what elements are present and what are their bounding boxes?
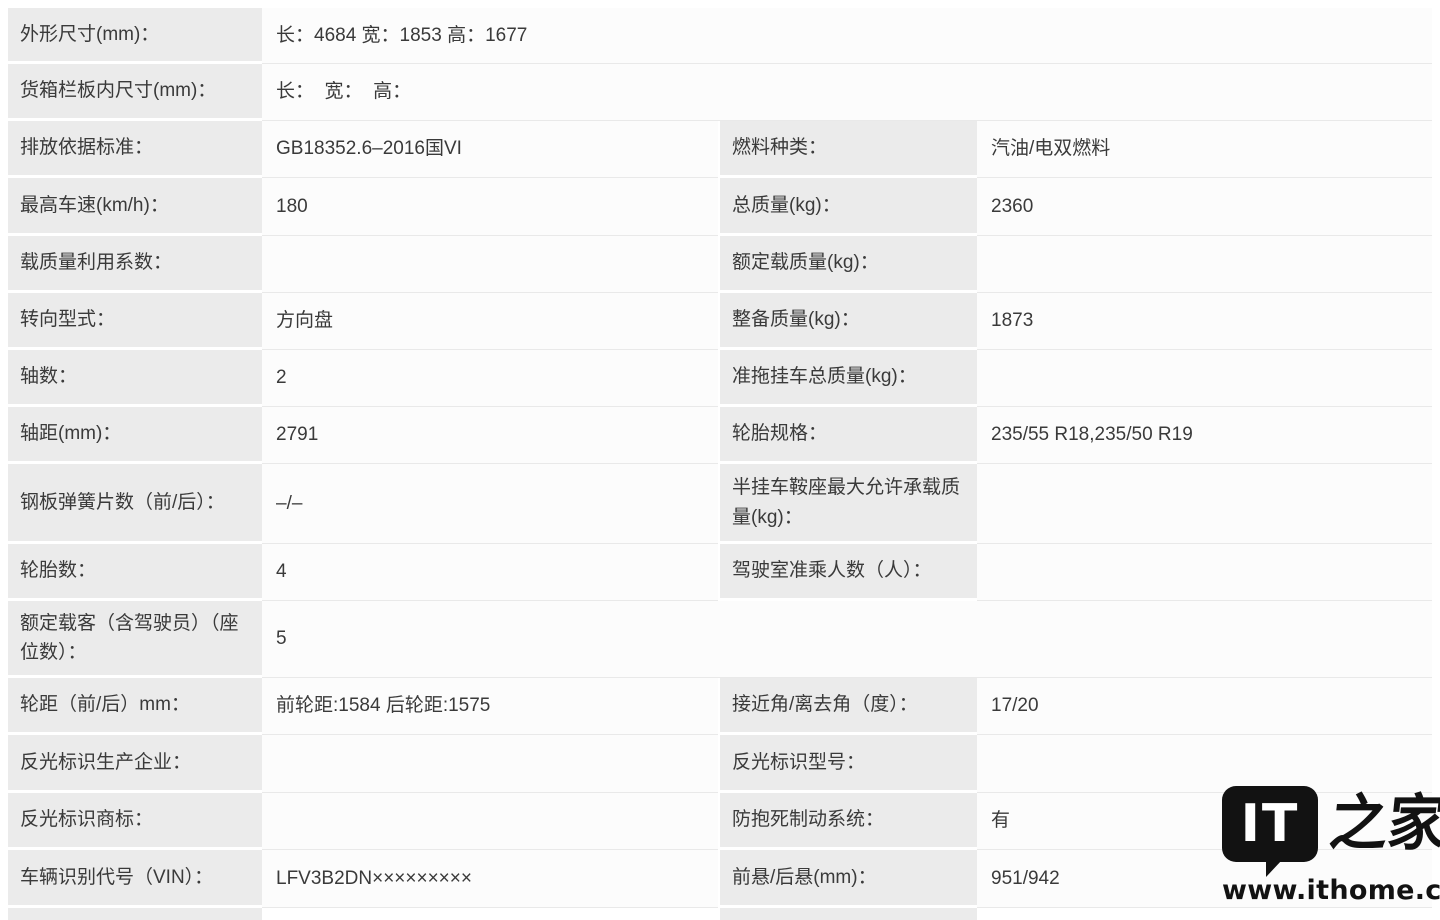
row-value: –/– <box>262 464 718 544</box>
table-row: 轴距(mm)： 2791 轮胎规格： 235/55 R18,235/50 R19 <box>8 407 1432 464</box>
table-row: 额定载客（含驾驶员）（座位数）： 5 <box>8 601 1432 678</box>
row-label: 接近角/离去角（度）： <box>718 678 977 735</box>
row-value <box>262 236 718 293</box>
row-label: 反光标识型号： <box>718 735 977 793</box>
row-label: 轴数： <box>8 350 262 407</box>
row-value: 长：4684 宽：1853 高：1677 <box>262 8 1432 64</box>
row-value: GB18352.6–2016国VI <box>262 121 718 178</box>
row-label: 整备质量(kg)： <box>718 293 977 350</box>
table-row-cutoff <box>8 908 1432 920</box>
row-value: 2 <box>262 350 718 407</box>
row-label <box>718 908 977 920</box>
row-value: 长： 宽： 高： <box>262 64 1432 121</box>
row-label: 总质量(kg)： <box>718 178 977 236</box>
row-label: 前悬/后悬(mm)： <box>718 850 977 908</box>
row-label: 轮胎规格： <box>718 407 977 464</box>
row-label: 半挂车鞍座最大允许承载质量(kg)： <box>718 464 977 544</box>
table-row: 轮距（前/后）mm： 前轮距:1584 后轮距:1575 接近角/离去角（度）：… <box>8 678 1432 735</box>
row-value <box>977 544 1432 601</box>
row-label: 反光标识生产企业： <box>8 735 262 793</box>
row-value <box>977 908 1432 920</box>
table-row: 车辆识别代号（VIN）： LFV3B2DN××××××××× 前悬/后悬(mm)… <box>8 850 1432 908</box>
row-label: 转向型式： <box>8 293 262 350</box>
row-value: 2791 <box>262 407 718 464</box>
ithome-logo: IT 之家 <box>1222 786 1434 862</box>
row-value: 汽油/电双燃料 <box>977 121 1432 178</box>
row-value: 1873 <box>977 293 1432 350</box>
row-value: LFV3B2DN××××××××× <box>262 850 718 908</box>
table-row: 轮胎数： 4 驾驶室准乘人数（人）： <box>8 544 1432 601</box>
row-label: 驾驶室准乘人数（人）： <box>718 544 977 601</box>
table-row: 载质量利用系数： 额定载质量(kg)： <box>8 236 1432 293</box>
ithome-url-text: www.ithome.com <box>1222 875 1434 906</box>
vehicle-spec-table: 外形尺寸(mm)： 长：4684 宽：1853 高：1677 货箱栏板内尺寸(m… <box>8 8 1432 920</box>
row-label: 准拖挂车总质量(kg)： <box>718 350 977 407</box>
row-label <box>8 908 262 920</box>
row-value: 235/55 R18,235/50 R19 <box>977 407 1432 464</box>
table-row: 最高车速(km/h)： 180 总质量(kg)： 2360 <box>8 178 1432 236</box>
row-value <box>977 236 1432 293</box>
row-value <box>977 464 1432 544</box>
row-label: 载质量利用系数： <box>8 236 262 293</box>
ithome-brand-characters: 之家 <box>1326 784 1440 864</box>
speech-bubble-tail <box>1266 860 1282 877</box>
row-label: 轮距（前/后）mm： <box>8 678 262 735</box>
ithome-speech-bubble-icon: IT <box>1222 786 1318 862</box>
row-value: 5 <box>262 601 1432 678</box>
table-row: 反光标识商标： 防抱死制动系统： 有 <box>8 793 1432 850</box>
row-label: 轮胎数： <box>8 544 262 601</box>
row-value: 17/20 <box>977 678 1432 735</box>
row-label: 排放依据标准： <box>8 121 262 178</box>
ithome-watermark: IT 之家 www.ithome.com <box>1222 786 1434 906</box>
row-value: 2360 <box>977 178 1432 236</box>
row-label: 额定载质量(kg)： <box>718 236 977 293</box>
table-row: 轴数： 2 准拖挂车总质量(kg)： <box>8 350 1432 407</box>
ithome-logo-it-text: IT <box>1241 798 1300 850</box>
row-label: 最高车速(km/h)： <box>8 178 262 236</box>
row-label: 燃料种类： <box>718 121 977 178</box>
row-value <box>262 908 718 920</box>
row-label: 钢板弹簧片数（前/后）： <box>8 464 262 544</box>
row-value: 前轮距:1584 后轮距:1575 <box>262 678 718 735</box>
row-label: 车辆识别代号（VIN）： <box>8 850 262 908</box>
row-value <box>262 735 718 793</box>
table-row: 转向型式： 方向盘 整备质量(kg)： 1873 <box>8 293 1432 350</box>
row-label: 反光标识商标： <box>8 793 262 850</box>
row-value <box>977 350 1432 407</box>
row-value: 4 <box>262 544 718 601</box>
row-label: 防抱死制动系统： <box>718 793 977 850</box>
row-label: 轴距(mm)： <box>8 407 262 464</box>
table-row: 排放依据标准： GB18352.6–2016国VI 燃料种类： 汽油/电双燃料 <box>8 121 1432 178</box>
row-label: 货箱栏板内尺寸(mm)： <box>8 64 262 121</box>
table-row: 外形尺寸(mm)： 长：4684 宽：1853 高：1677 <box>8 8 1432 64</box>
table-row: 货箱栏板内尺寸(mm)： 长： 宽： 高： <box>8 64 1432 121</box>
row-value: 180 <box>262 178 718 236</box>
row-label: 额定载客（含驾驶员）（座位数）： <box>8 601 262 678</box>
row-value: 方向盘 <box>262 293 718 350</box>
row-value <box>262 793 718 850</box>
table-row: 钢板弹簧片数（前/后）： –/– 半挂车鞍座最大允许承载质量(kg)： <box>8 464 1432 544</box>
row-label: 外形尺寸(mm)： <box>8 8 262 64</box>
table-row: 反光标识生产企业： 反光标识型号： <box>8 735 1432 793</box>
